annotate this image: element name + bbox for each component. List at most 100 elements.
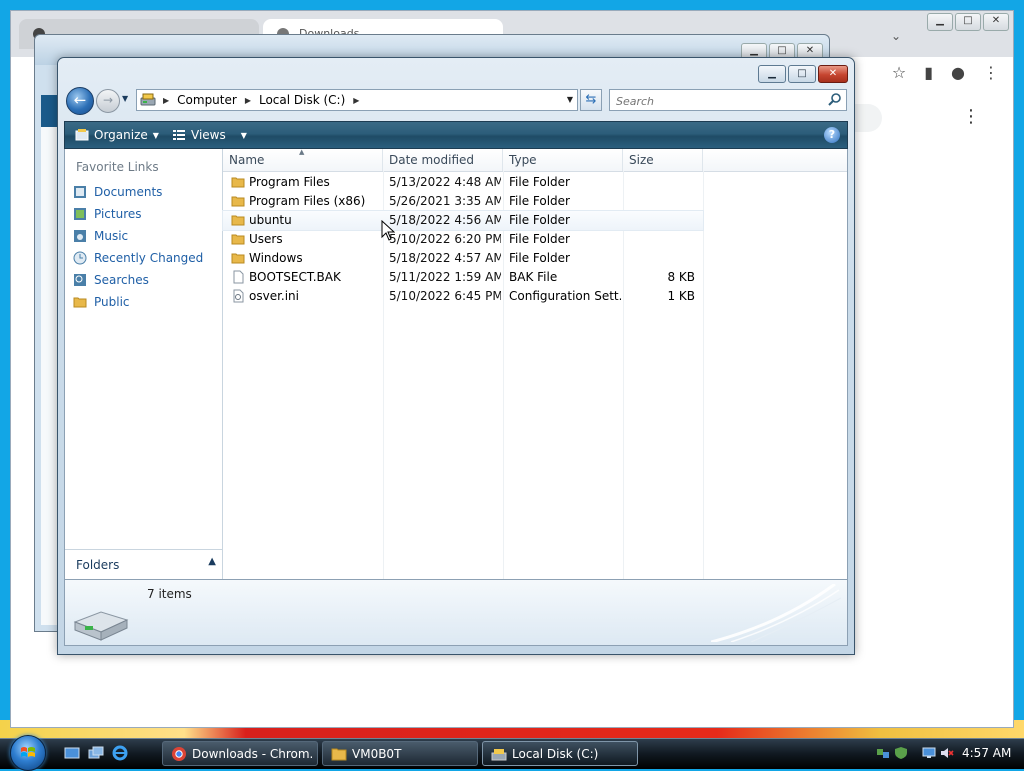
- tab-search-chevron-icon[interactable]: ⌄: [891, 29, 901, 43]
- file-type: File Folder: [509, 194, 570, 208]
- file-type: File Folder: [509, 175, 570, 189]
- file-list: ▲ Name Date modified Type Size Program F…: [222, 148, 847, 579]
- item-count: 7 items: [147, 587, 192, 601]
- help-button[interactable]: ?: [824, 127, 840, 143]
- clock[interactable]: 4:57 AM: [962, 746, 1011, 760]
- favorite-link-documents[interactable]: Documents: [73, 182, 162, 202]
- organize-icon: [75, 129, 89, 141]
- file-row-users[interactable]: Users 5/10/2022 6:20 PM File Folder: [223, 230, 703, 249]
- address-bar[interactable]: ▶ Computer ▶ Local Disk (C:) ▶ ▼: [136, 89, 578, 111]
- file-type: Configuration Sett...: [509, 289, 621, 303]
- folder-icon: [231, 215, 245, 226]
- address-dropdown-icon[interactable]: ▼: [567, 95, 573, 104]
- monitor-icon[interactable]: [922, 746, 936, 760]
- windows-logo-icon: [21, 747, 35, 757]
- profile-icon[interactable]: ●: [951, 63, 965, 82]
- file-date: 5/26/2021 3:35 AM: [389, 194, 501, 208]
- folder-icon: [231, 177, 245, 188]
- column-type[interactable]: Type: [503, 149, 623, 171]
- content-area: Favorite Links Documents Pictures Music …: [64, 148, 848, 579]
- taskbar-button-vm0b0t[interactable]: VM0B0T: [322, 741, 478, 766]
- file-name: Program Files (x86): [249, 194, 366, 208]
- explorer-window[interactable]: ▁ □ ✕ ← → ▼ ▶ Computer ▶ Local Disk (C:)…: [57, 57, 855, 655]
- file-row-windows[interactable]: Windows 5/18/2022 4:57 AM File Folder: [223, 249, 703, 268]
- folder-icon: [231, 196, 245, 207]
- views-menu[interactable]: Views ▼: [172, 128, 247, 142]
- file-name: Users: [249, 232, 283, 246]
- recent-pages-dropdown-icon[interactable]: ▼: [122, 94, 128, 103]
- maximize-button[interactable]: □: [955, 13, 981, 31]
- close-button[interactable]: ✕: [983, 13, 1009, 31]
- search-box[interactable]: [609, 89, 847, 111]
- chrome-menu-icon[interactable]: ⋮: [983, 63, 999, 82]
- internet-explorer-icon[interactable]: [112, 745, 128, 761]
- favorite-link-label: Music: [94, 229, 129, 243]
- file-icon: [233, 270, 244, 284]
- file-row-program-files-x86[interactable]: Program Files (x86) 5/26/2021 3:35 AM Fi…: [223, 192, 703, 211]
- switch-windows-icon[interactable]: [88, 745, 104, 761]
- chevron-up-icon[interactable]: ▲: [208, 556, 216, 567]
- window-controls: ▁ □ ✕: [758, 65, 848, 83]
- file-name: osver.ini: [249, 289, 299, 303]
- breadcrumb-separator-icon[interactable]: ▶: [353, 96, 359, 105]
- page-menu-icon[interactable]: ⋮: [962, 106, 980, 127]
- breadcrumb-separator-icon[interactable]: ▶: [163, 96, 169, 105]
- file-row-ubuntu[interactable]: ubuntu 5/18/2022 4:56 AM File Folder: [222, 210, 704, 231]
- maximize-button[interactable]: □: [788, 65, 816, 83]
- mouse-cursor-icon: [381, 220, 395, 241]
- side-panel-icon[interactable]: ▮: [924, 63, 933, 82]
- network-icon[interactable]: [876, 746, 890, 760]
- breadcrumb-separator-icon[interactable]: ▶: [245, 96, 251, 105]
- arrow-left-icon: ←: [73, 91, 87, 109]
- favorite-link-pictures[interactable]: Pictures: [73, 204, 142, 224]
- file-date: 5/10/2022 6:45 PM: [389, 289, 501, 303]
- minimize-button[interactable]: ▁: [758, 65, 786, 83]
- breadcrumb-local-disk[interactable]: Local Disk (C:): [259, 93, 345, 107]
- favorite-link-public[interactable]: Public: [73, 292, 130, 312]
- file-date: 5/13/2022 4:48 AM: [389, 175, 501, 189]
- refresh-button[interactable]: ⇆: [580, 89, 602, 111]
- folders-toggle[interactable]: Folders ▲: [65, 549, 222, 579]
- hard-drive-icon: [73, 611, 129, 641]
- drive-icon: [140, 93, 156, 106]
- organize-menu[interactable]: Organize ▼: [75, 128, 159, 142]
- chevron-down-icon: ▼: [240, 130, 247, 140]
- shield-icon[interactable]: [894, 746, 908, 760]
- start-button[interactable]: [10, 735, 46, 771]
- back-button[interactable]: ←: [66, 87, 94, 115]
- column-divider: [703, 171, 704, 579]
- taskbar-button-local-disk[interactable]: Local Disk (C:): [482, 741, 638, 766]
- details-pane: 7 items: [64, 579, 848, 646]
- navigation-bar: ← → ▼ ▶ Computer ▶ Local Disk (C:) ▶ ▼ ⇆: [66, 87, 847, 115]
- favorite-link-searches[interactable]: Searches: [73, 270, 149, 290]
- volume-muted-icon[interactable]: [940, 746, 954, 760]
- file-type: File Folder: [509, 251, 570, 265]
- search-input[interactable]: [614, 91, 818, 111]
- bookmark-star-icon[interactable]: ☆: [892, 63, 906, 82]
- folder-icon: [231, 253, 245, 264]
- file-row-osver[interactable]: osver.ini 5/10/2022 6:45 PM Configuratio…: [223, 287, 703, 306]
- file-date: 5/18/2022 4:57 AM: [389, 251, 501, 265]
- column-name[interactable]: ▲ Name: [223, 148, 383, 171]
- browser-window-controls: ▁ □ ✕: [927, 13, 1009, 31]
- show-desktop-icon[interactable]: [64, 745, 80, 761]
- column-date-modified[interactable]: Date modified: [383, 149, 503, 171]
- file-row-program-files[interactable]: Program Files 5/13/2022 4:48 AM File Fol…: [223, 173, 703, 192]
- favorite-link-label: Searches: [94, 273, 149, 287]
- folder-icon: [331, 748, 347, 761]
- favorite-link-recently-changed[interactable]: Recently Changed: [73, 248, 203, 268]
- column-size[interactable]: Size: [623, 149, 703, 171]
- favorite-link-label: Pictures: [94, 207, 142, 221]
- taskbar-button-chrome[interactable]: Downloads - Chrom...: [162, 741, 318, 766]
- search-icon[interactable]: [828, 92, 842, 106]
- forward-button[interactable]: →: [96, 89, 120, 113]
- breadcrumb-computer[interactable]: Computer: [177, 93, 237, 107]
- file-row-bootsect[interactable]: BOOTSECT.BAK 5/11/2022 1:59 AM BAK File …: [223, 268, 703, 287]
- favorite-link-music[interactable]: Music: [73, 226, 128, 246]
- taskbar-button-label: Local Disk (C:): [512, 747, 599, 761]
- file-name: Program Files: [249, 175, 330, 189]
- close-button[interactable]: ✕: [818, 65, 848, 83]
- minimize-button[interactable]: ▁: [927, 13, 953, 31]
- folders-label: Folders: [76, 558, 120, 572]
- favorite-link-label: Public: [94, 295, 130, 309]
